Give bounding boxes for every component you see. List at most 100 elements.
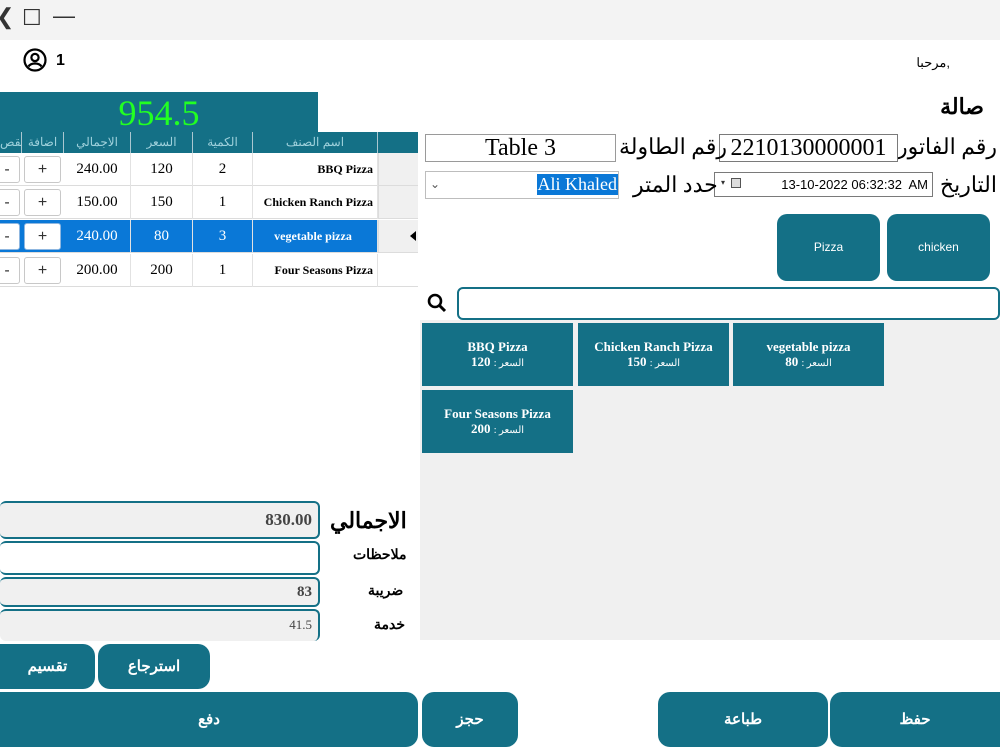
service-value: 41.5 xyxy=(289,617,312,632)
row-price: 80 xyxy=(131,220,193,253)
row-qty: 1 xyxy=(193,254,253,287)
col-price: السعر xyxy=(131,132,193,153)
summary-total-field: 830.00 xyxy=(0,501,320,539)
product-price-row: السعر : 80 xyxy=(733,355,884,371)
display-spacer xyxy=(318,92,418,132)
search-input[interactable] xyxy=(457,287,1000,320)
col-row-header xyxy=(378,132,418,153)
row-header[interactable] xyxy=(378,153,418,186)
product-price-row: السعر : 120 xyxy=(422,355,573,371)
row-qty: 1 xyxy=(193,186,253,219)
print-button[interactable]: طباعة xyxy=(658,692,828,747)
row-price: 120 xyxy=(131,153,193,186)
product-tile[interactable]: vegetable pizza السعر : 80 xyxy=(733,323,884,386)
user-count: 1 xyxy=(56,52,65,69)
order-table-empty-area xyxy=(0,286,418,500)
row-total: 150.00 xyxy=(64,186,131,219)
order-table-header: اسم الصنف الكمية السعر الاجمالي اضافة نق… xyxy=(0,132,418,153)
current-row-icon xyxy=(410,231,416,241)
remove-qty-button[interactable]: - xyxy=(0,156,20,183)
calendar-icon[interactable] xyxy=(731,178,741,188)
date-label: التاريخ xyxy=(939,172,997,197)
service-field: 41.5 xyxy=(0,609,320,641)
category-chicken-button[interactable]: chicken xyxy=(887,214,990,281)
welcome-text: مرحبا, xyxy=(916,55,950,70)
notes-input[interactable] xyxy=(0,541,320,575)
remove-qty-button[interactable]: - xyxy=(0,189,20,216)
hall-label: صالة xyxy=(940,94,984,119)
col-remove: نقص xyxy=(0,132,22,153)
product-price-row: السعر : 150 xyxy=(578,355,729,371)
add-qty-button[interactable]: + xyxy=(24,156,61,183)
save-button[interactable]: حفظ xyxy=(830,692,1000,747)
row-header-current[interactable] xyxy=(378,220,418,253)
table-number-field[interactable]: Table 3 xyxy=(425,134,616,162)
row-item-name: BBQ Pizza xyxy=(253,153,378,186)
chevron-down-icon[interactable]: ⌄ xyxy=(430,177,440,191)
row-price: 150 xyxy=(131,186,193,219)
product-price-row: السعر : 200 xyxy=(422,422,573,438)
product-price-label: السعر : xyxy=(493,358,525,369)
product-price-label: السعر : xyxy=(801,358,832,369)
waiter-selected-value: Ali Khaled xyxy=(536,174,618,195)
product-price: 80 xyxy=(785,354,799,369)
reserve-button[interactable]: حجز xyxy=(422,692,518,747)
product-name: Chicken Ranch Pizza xyxy=(594,339,713,354)
table-row[interactable]: Chicken Ranch Pizza 1 150 150.00 + - xyxy=(0,186,418,219)
service-label: خدمة xyxy=(374,616,406,632)
row-qty: 2 xyxy=(193,153,253,186)
row-qty: 3 xyxy=(193,220,253,253)
back-icon[interactable]: ❮ xyxy=(0,4,14,30)
product-name: vegetable pizza xyxy=(766,339,851,354)
row-item-name: vegetable pizza xyxy=(253,220,378,253)
product-tile[interactable]: Chicken Ranch Pizza السعر : 150 xyxy=(578,323,729,386)
table-row[interactable]: Four Seasons Pizza 1 200 200.00 + - xyxy=(0,254,418,287)
remove-qty-button[interactable]: - xyxy=(0,223,20,250)
dropdown-arrow-icon[interactable]: ▾ xyxy=(721,178,725,187)
add-qty-button[interactable]: + xyxy=(24,223,61,250)
row-total: 200.00 xyxy=(64,254,131,287)
row-price: 200 xyxy=(131,254,193,287)
user-icon[interactable] xyxy=(23,48,47,72)
table-row-selected[interactable]: vegetable pizza 3 80 240.00 + - xyxy=(0,220,418,253)
table-number-label: رقم الطاولة xyxy=(619,134,727,159)
summary-total-label: الاجمالي xyxy=(330,508,407,533)
refund-button[interactable]: استرجاع xyxy=(98,644,210,689)
product-tile[interactable]: Four Seasons Pizza السعر : 200 xyxy=(422,390,573,453)
order-total-display: 954.5 xyxy=(0,92,318,133)
minimize-icon[interactable]: — xyxy=(53,3,75,29)
tax-label: ضريبة xyxy=(368,582,404,598)
row-header-spacer xyxy=(378,254,418,287)
search-icon[interactable] xyxy=(427,293,447,313)
product-price-label: السعر : xyxy=(493,425,525,436)
order-table-body: BBQ Pizza 2 120 240.00 + - Chicken Ranch… xyxy=(0,153,418,287)
category-pizza-button[interactable]: Pizza xyxy=(777,214,880,281)
col-qty: الكمية xyxy=(193,132,253,153)
pay-button[interactable]: دفع xyxy=(0,692,418,747)
product-name: BBQ Pizza xyxy=(467,339,528,354)
col-add: اضافة xyxy=(22,132,64,153)
window-title-bar xyxy=(0,0,1000,40)
summary-total-value: 830.00 xyxy=(265,510,312,529)
invoice-number-field[interactable]: 2210130000001 xyxy=(719,134,898,162)
split-button[interactable]: تقسيم xyxy=(0,644,95,689)
tax-value: 83 xyxy=(297,584,312,600)
product-price: 200 xyxy=(470,421,491,436)
waiter-label: حدد المتر xyxy=(633,172,718,197)
col-total: الاجمالي xyxy=(64,132,131,153)
add-qty-button[interactable]: + xyxy=(24,189,61,216)
date-picker[interactable]: ▾ 13-10-2022 06:32:32 AM xyxy=(714,172,933,197)
remove-qty-button[interactable]: - xyxy=(0,257,20,284)
add-qty-button[interactable]: + xyxy=(24,257,61,284)
row-header[interactable] xyxy=(378,186,418,219)
product-price: 150 xyxy=(626,354,647,369)
notes-label: ملاحظات xyxy=(353,546,407,562)
maximize-icon[interactable]: ☐ xyxy=(22,5,42,31)
product-price-label: السعر : xyxy=(649,358,681,369)
table-row[interactable]: BBQ Pizza 2 120 240.00 + - xyxy=(0,153,418,186)
waiter-select[interactable]: ⌄ Ali Khaled xyxy=(425,171,619,199)
date-value: 13-10-2022 06:32:32 AM xyxy=(781,177,928,192)
product-name: Four Seasons Pizza xyxy=(444,406,551,421)
product-price: 120 xyxy=(470,354,491,369)
product-tile[interactable]: BBQ Pizza السعر : 120 xyxy=(422,323,573,386)
